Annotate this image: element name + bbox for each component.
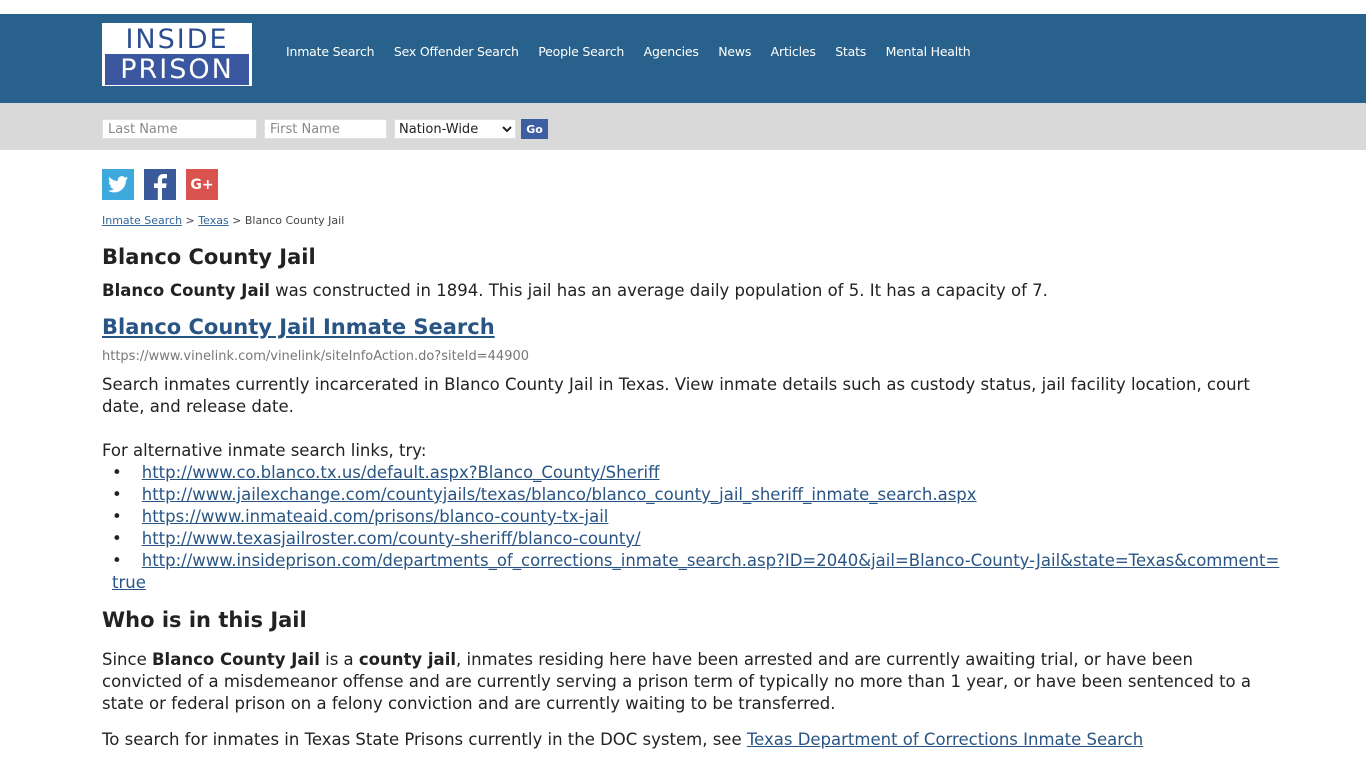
main-content: G+ Inmate Search > Texas > Blanco County… xyxy=(102,150,1279,751)
list-item: http://www.jailexchange.com/countyjails/… xyxy=(112,484,1262,506)
logo-line-1: INSIDE xyxy=(103,24,251,55)
breadcrumb-separator: > xyxy=(232,214,242,227)
site-header: INSIDE PRISON Inmate Search Sex Offender… xyxy=(0,14,1366,103)
who-jail-name: Blanco County Jail xyxy=(151,650,320,669)
intro-text: was constructed in 1894. This jail has a… xyxy=(269,281,1048,300)
inmate-search-description: Search inmates currently incarcerated in… xyxy=(102,375,1250,416)
nav-mental-health[interactable]: Mental Health xyxy=(886,44,971,59)
who-paragraph: Since Blanco County Jail is a county jai… xyxy=(102,649,1262,715)
last-name-input[interactable] xyxy=(102,119,257,139)
doc-search-link[interactable]: Texas Department of Corrections Inmate S… xyxy=(747,730,1143,749)
nav-inmate-search[interactable]: Inmate Search xyxy=(286,44,375,59)
doc-search-paragraph: To search for inmates in Texas State Pri… xyxy=(102,729,1262,751)
inmate-search-heading: Blanco County Jail Inmate Search xyxy=(102,315,1262,339)
twitter-icon[interactable] xyxy=(102,169,134,200)
doc-text: To search for inmates in Texas State Pri… xyxy=(102,730,747,749)
alt-link-inmateaid[interactable]: https://www.inmateaid.com/prisons/blanco… xyxy=(142,507,609,526)
breadcrumb-separator: > xyxy=(185,214,195,227)
go-button[interactable]: Go xyxy=(521,119,548,139)
facebook-icon[interactable] xyxy=(144,169,176,200)
list-item: http://www.texasjailroster.com/county-sh… xyxy=(112,528,1262,550)
nav-news[interactable]: News xyxy=(718,44,751,59)
list-item: http://www.insideprison.com/departments_… xyxy=(112,550,1282,594)
nav-articles[interactable]: Articles xyxy=(771,44,816,59)
inside-prison-logo[interactable]: INSIDE PRISON xyxy=(102,23,252,86)
inmate-search-url: https://www.vinelink.com/vinelink/siteIn… xyxy=(102,349,530,364)
first-name-input[interactable] xyxy=(264,119,387,139)
scope-select[interactable]: Nation-Wide xyxy=(394,119,516,139)
breadcrumb-inmate-search[interactable]: Inmate Search xyxy=(102,214,182,227)
nav-stats[interactable]: Stats xyxy=(835,44,866,59)
top-strip xyxy=(0,0,1366,14)
breadcrumb-texas[interactable]: Texas xyxy=(198,214,228,227)
page-title: Blanco County Jail xyxy=(102,245,316,269)
list-item: https://www.inmateaid.com/prisons/blanco… xyxy=(112,506,1262,528)
nav-sex-offender-search[interactable]: Sex Offender Search xyxy=(394,44,519,59)
nav-agencies[interactable]: Agencies xyxy=(644,44,699,59)
inmate-search-link[interactable]: Blanco County Jail Inmate Search xyxy=(102,315,495,339)
alt-link-insideprison[interactable]: http://www.insideprison.com/departments_… xyxy=(112,551,1279,592)
alt-link-co-blanco[interactable]: http://www.co.blanco.tx.us/default.aspx?… xyxy=(142,463,660,482)
alternative-links-list: http://www.co.blanco.tx.us/default.aspx?… xyxy=(102,462,1279,594)
who-text-2: is a xyxy=(319,650,359,669)
nav-people-search[interactable]: People Search xyxy=(538,44,624,59)
main-nav: Inmate Search Sex Offender Search People… xyxy=(286,44,990,59)
search-bar: Nation-Wide Go xyxy=(0,103,1366,150)
breadcrumb: Inmate Search > Texas > Blanco County Ja… xyxy=(102,214,1262,227)
alt-link-jailexchange[interactable]: http://www.jailexchange.com/countyjails/… xyxy=(142,485,977,504)
who-text-1: Since xyxy=(102,650,152,669)
alternative-links-intro: For alternative inmate search links, try… xyxy=(102,441,427,460)
logo-line-2: PRISON xyxy=(105,54,249,85)
intro-paragraph: Blanco County Jail was constructed in 18… xyxy=(102,280,1262,302)
breadcrumb-current: Blanco County Jail xyxy=(244,214,345,227)
who-heading: Who is in this Jail xyxy=(102,608,307,632)
google-plus-icon[interactable]: G+ xyxy=(186,169,218,200)
intro-jail-name: Blanco County Jail xyxy=(102,281,270,300)
list-item: http://www.co.blanco.tx.us/default.aspx?… xyxy=(112,462,1262,484)
alt-link-texasjailroster[interactable]: http://www.texasjailroster.com/county-sh… xyxy=(142,529,641,548)
who-county-jail: county jail xyxy=(358,650,457,669)
social-share: G+ xyxy=(102,169,1262,200)
